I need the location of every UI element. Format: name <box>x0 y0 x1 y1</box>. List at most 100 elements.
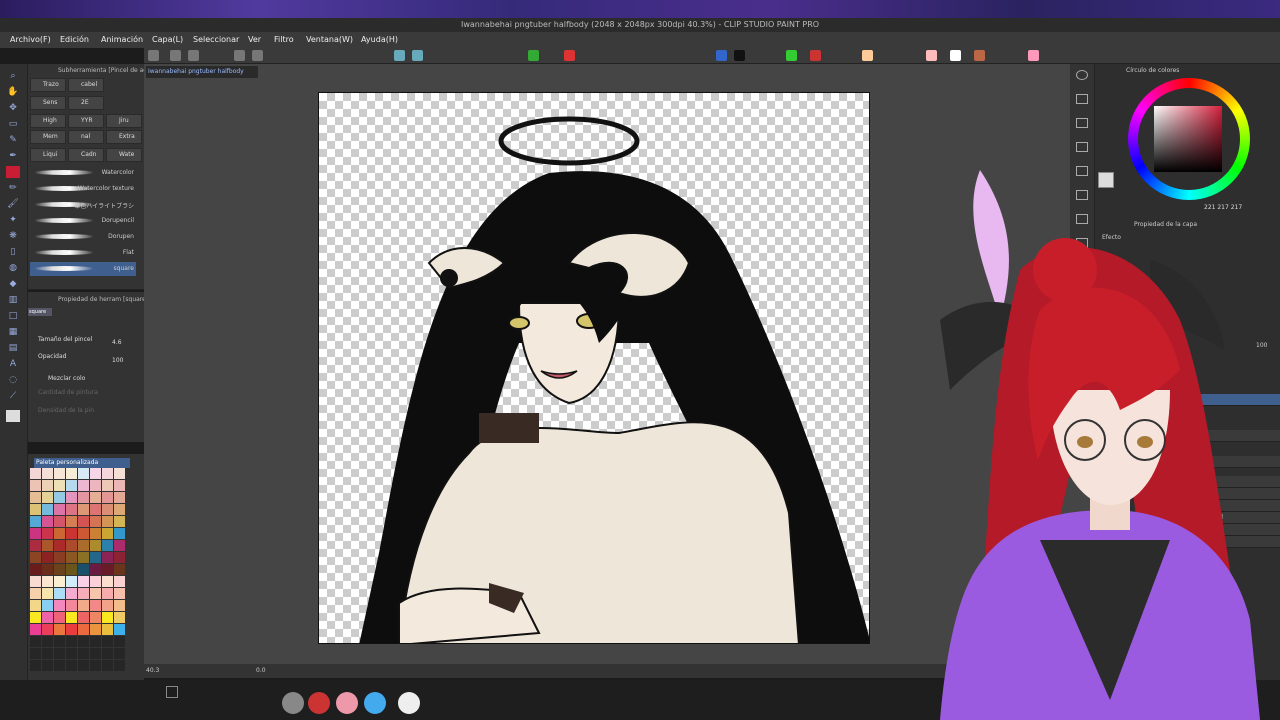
palette-swatch[interactable] <box>54 528 65 539</box>
move-tool-icon[interactable]: ✥ <box>6 102 20 114</box>
palette-swatch[interactable] <box>114 624 125 635</box>
subtool-tab[interactable]: nal <box>68 130 104 144</box>
palette-swatch[interactable] <box>66 492 77 503</box>
palette-swatch[interactable] <box>78 492 89 503</box>
subtool-tab[interactable]: Sens <box>30 96 66 110</box>
brush-item[interactable]: Dorupencil <box>30 214 136 228</box>
correct-line-tool-icon[interactable]: ⟋ <box>6 390 20 402</box>
palette-swatch[interactable] <box>90 552 101 563</box>
palette-swatch[interactable] <box>78 504 89 515</box>
pink-swatch[interactable] <box>926 50 937 61</box>
palette-swatch[interactable] <box>90 612 101 623</box>
panel-icon[interactable] <box>1076 118 1088 128</box>
palette-swatch[interactable] <box>78 540 89 551</box>
palette-swatch[interactable] <box>90 504 101 515</box>
palette-swatch[interactable] <box>102 492 113 503</box>
palette-swatch[interactable] <box>30 504 41 515</box>
palette-swatch[interactable] <box>54 504 65 515</box>
palette-swatch[interactable] <box>102 576 113 587</box>
palette-swatch[interactable] <box>54 468 65 479</box>
palette-swatch[interactable] <box>30 588 41 599</box>
palette-swatch[interactable] <box>42 612 53 623</box>
green-swatch[interactable] <box>786 50 797 61</box>
palette-swatch[interactable] <box>30 564 41 575</box>
brush-tool-icon[interactable]: 🖌 <box>6 198 20 210</box>
palette-swatch[interactable] <box>90 660 101 671</box>
palette-swatch[interactable] <box>78 564 89 575</box>
palette-swatch[interactable] <box>66 588 77 599</box>
palette-swatch[interactable] <box>66 528 77 539</box>
palette-swatch[interactable] <box>90 528 101 539</box>
color-swatch-icon[interactable] <box>564 50 575 61</box>
palette-swatch[interactable] <box>114 576 125 587</box>
palette-swatch[interactable] <box>90 492 101 503</box>
palette-swatch[interactable] <box>114 552 125 563</box>
palette-swatch[interactable] <box>90 468 101 479</box>
palette-swatch[interactable] <box>30 540 41 551</box>
palette-swatches[interactable] <box>28 468 132 688</box>
palette-swatch[interactable] <box>42 636 53 647</box>
palette-swatch[interactable] <box>102 564 113 575</box>
palette-swatch[interactable] <box>42 492 53 503</box>
angle-readout[interactable]: 0.0 <box>256 667 266 674</box>
palette-swatch[interactable] <box>78 648 89 659</box>
palette-swatch[interactable] <box>66 540 77 551</box>
menu-seleccionar[interactable]: Seleccionar <box>193 35 239 44</box>
chibi-icon[interactable] <box>336 692 358 714</box>
palette-swatch[interactable] <box>90 600 101 611</box>
palette-swatch[interactable] <box>66 636 77 647</box>
palette-swatch[interactable] <box>102 516 113 527</box>
brush-tool-icon[interactable] <box>394 50 405 61</box>
palette-swatch[interactable] <box>78 588 89 599</box>
palette-swatch[interactable] <box>78 576 89 587</box>
palette-swatch[interactable] <box>54 600 65 611</box>
undo-icon[interactable] <box>234 50 245 61</box>
palette-swatch[interactable] <box>114 660 125 671</box>
eyedropper-tool-icon[interactable]: ✒ <box>6 150 20 162</box>
drawing-canvas[interactable] <box>318 92 870 644</box>
palette-swatch[interactable] <box>102 552 113 563</box>
palette-swatch[interactable] <box>90 516 101 527</box>
palette-swatch[interactable] <box>54 588 65 599</box>
palette-swatch[interactable] <box>114 600 125 611</box>
zoom-readout[interactable]: 40.3 <box>146 667 159 674</box>
brush-item-selected[interactable]: square <box>30 262 136 276</box>
subtool-tab[interactable]: 2E <box>68 96 104 110</box>
palette-swatch[interactable] <box>78 612 89 623</box>
palette-swatch[interactable] <box>78 600 89 611</box>
peach-swatch[interactable] <box>862 50 873 61</box>
palette-swatch[interactable] <box>66 564 77 575</box>
palette-swatch[interactable] <box>54 540 65 551</box>
fill-icon[interactable] <box>528 50 539 61</box>
palette-swatch[interactable] <box>30 612 41 623</box>
panel-icon[interactable] <box>1076 142 1088 152</box>
palette-swatch[interactable] <box>42 516 53 527</box>
menu-animacion[interactable]: Animación <box>101 35 143 44</box>
palette-swatch[interactable] <box>102 600 113 611</box>
subtool-tab[interactable]: Liqui <box>30 148 66 162</box>
eraser-tool-icon[interactable]: ▯ <box>6 246 20 258</box>
fill-tool-icon[interactable]: ◆ <box>6 278 20 290</box>
palette-swatch[interactable] <box>114 516 125 527</box>
subtool-tab[interactable]: Trazo <box>30 78 66 92</box>
black-swatch[interactable] <box>734 50 745 61</box>
chibi-icon[interactable] <box>308 692 330 714</box>
palette-swatch[interactable] <box>66 600 77 611</box>
frame-tool-icon[interactable]: ▦ <box>6 326 20 338</box>
subtool-tab[interactable]: YYR <box>68 114 104 128</box>
palette-swatch[interactable] <box>102 660 113 671</box>
rose-swatch[interactable] <box>1028 50 1039 61</box>
palette-swatch[interactable] <box>66 468 77 479</box>
palette-swatch[interactable] <box>42 564 53 575</box>
palette-swatch[interactable] <box>114 504 125 515</box>
brush-item[interactable]: Dorupen <box>30 230 136 244</box>
palette-swatch[interactable] <box>78 516 89 527</box>
balloon-tool-icon[interactable]: ◌ <box>6 374 20 386</box>
palette-swatch[interactable] <box>42 660 53 671</box>
decoration-tool-icon[interactable]: ❋ <box>6 230 20 242</box>
blend-tool-icon[interactable]: ◍ <box>6 262 20 274</box>
palette-swatch[interactable] <box>30 600 41 611</box>
palette-swatch[interactable] <box>114 636 125 647</box>
palette-swatch[interactable] <box>78 552 89 563</box>
palette-swatch[interactable] <box>42 648 53 659</box>
